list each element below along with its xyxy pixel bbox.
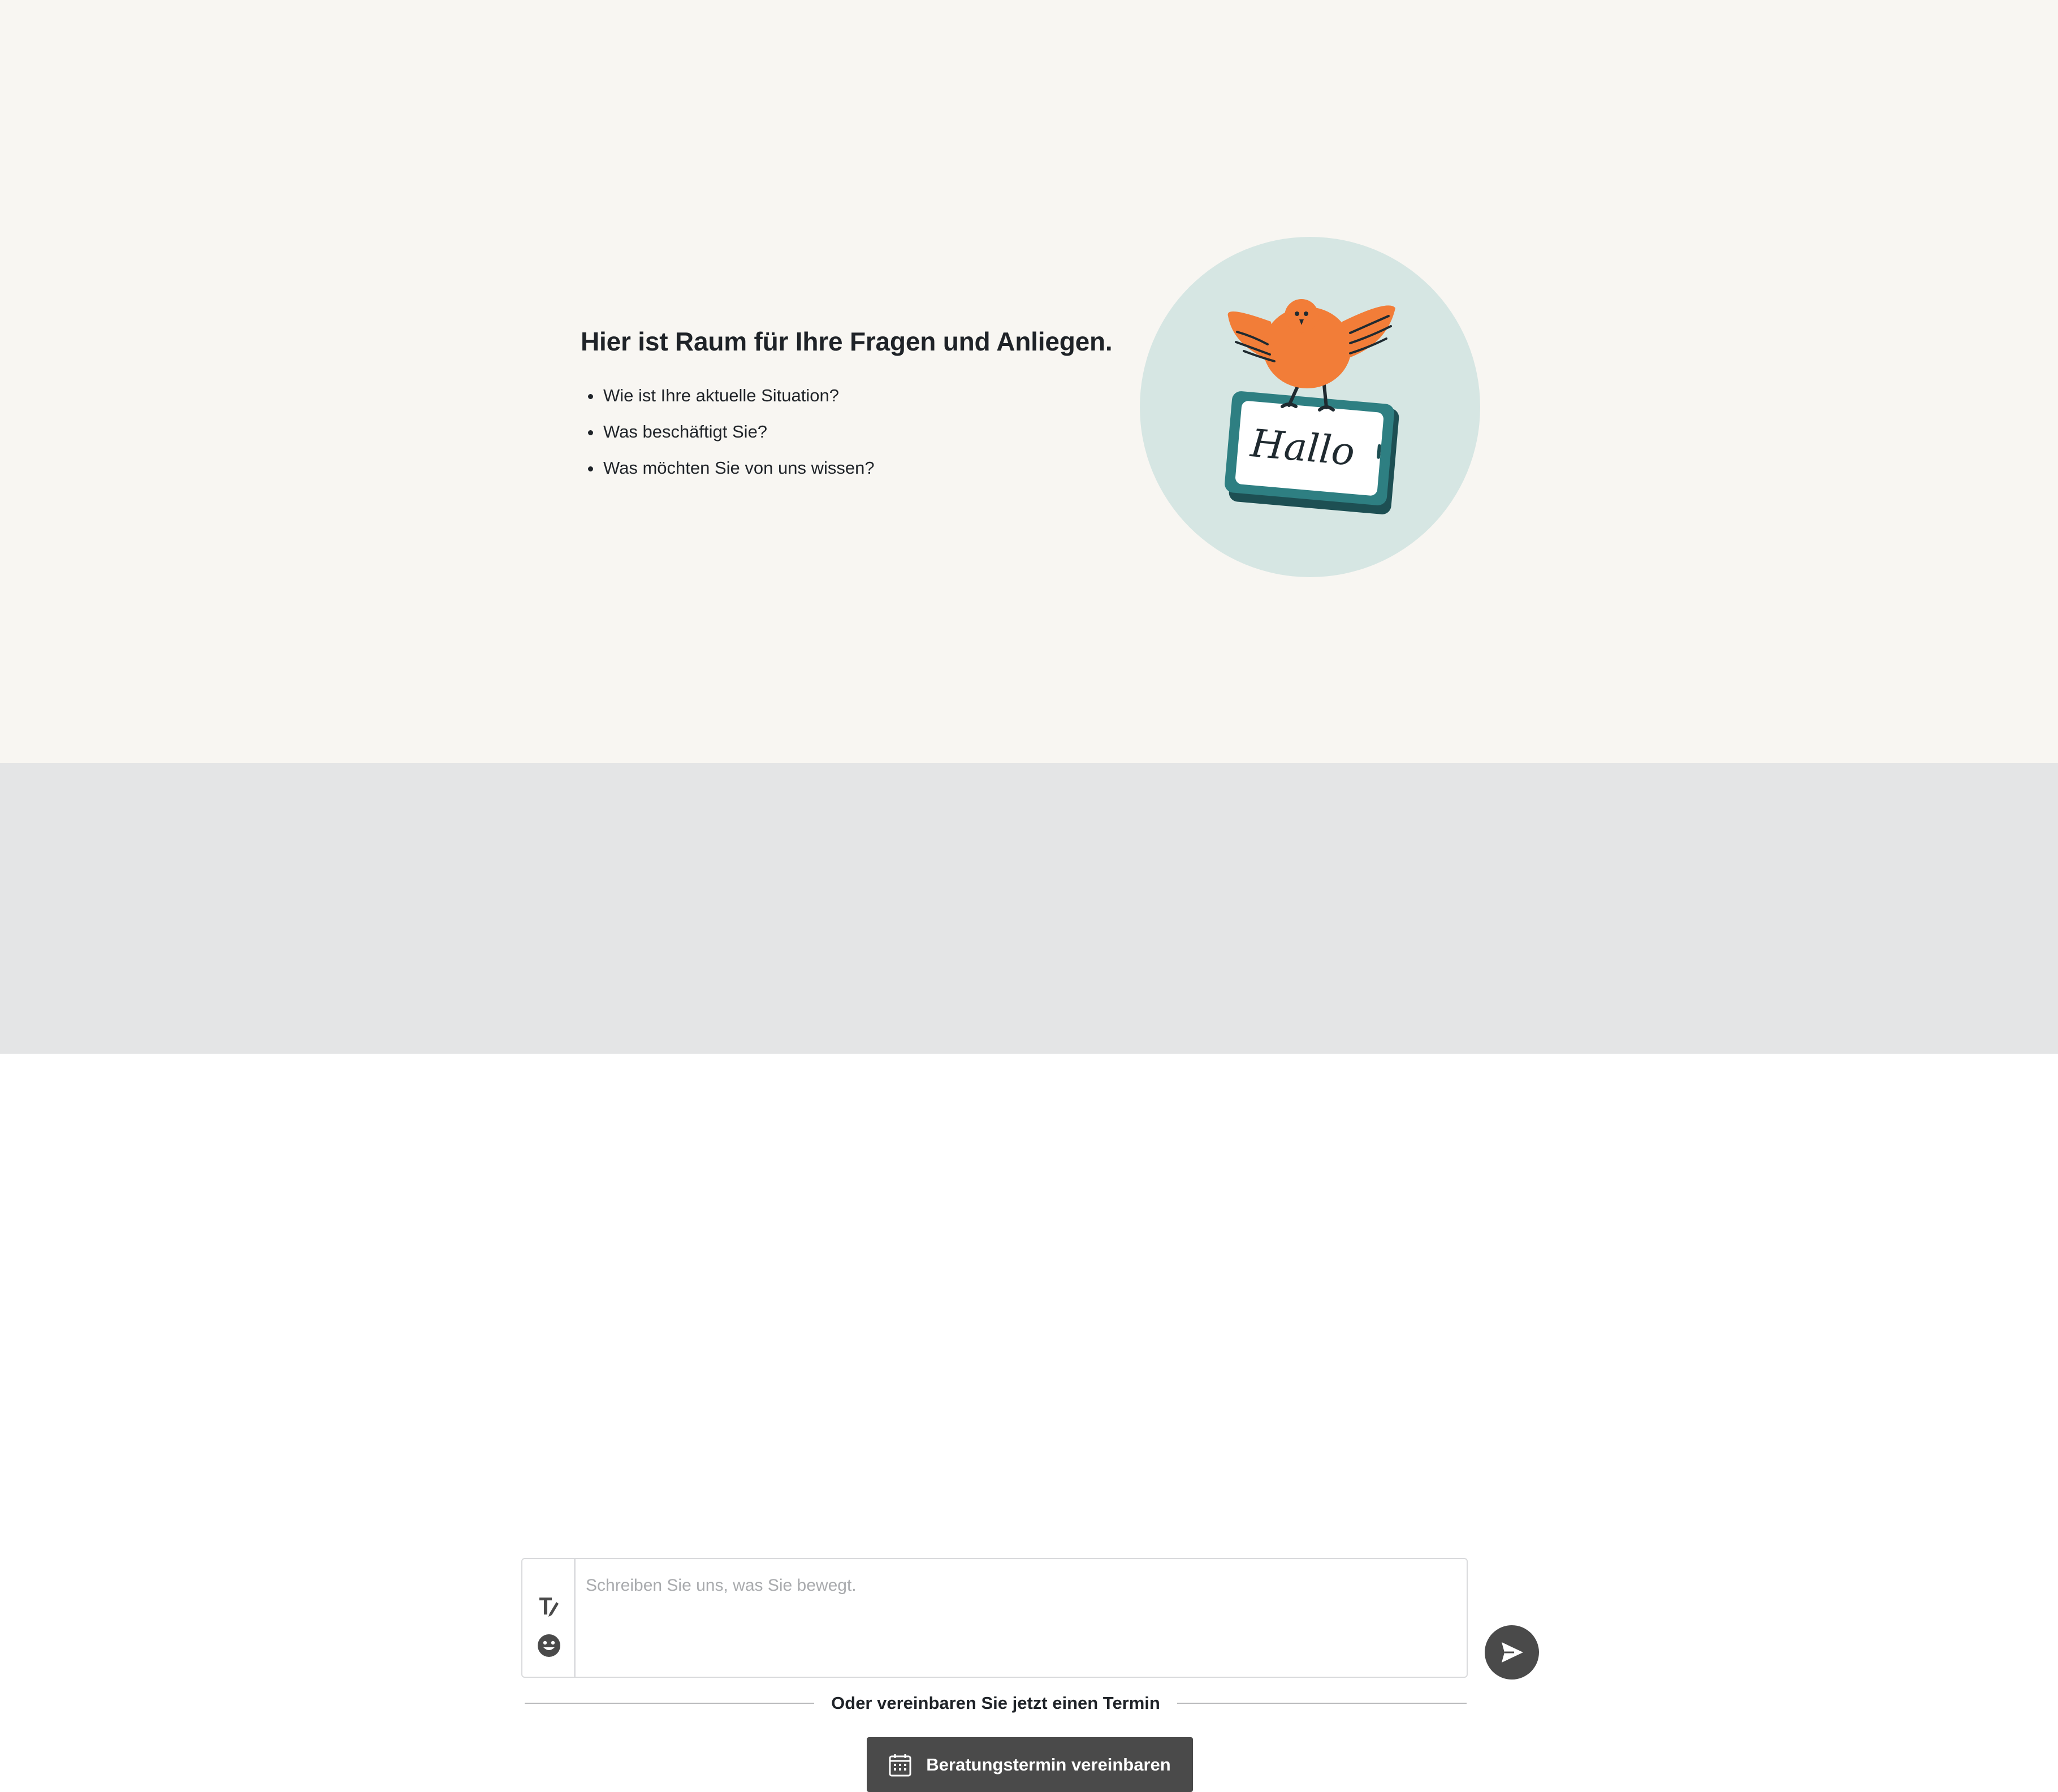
divider-line (525, 1703, 815, 1704)
message-composer (521, 1558, 1468, 1678)
send-button[interactable] (1485, 1625, 1539, 1680)
text-format-icon (539, 1598, 559, 1617)
intro-section: Hier ist Raum für Ihre Fragen und Anlieg… (581, 321, 1135, 486)
content-area: Hier ist Raum für Ihre Fragen und Anlieg… (0, 0, 2058, 763)
message-input[interactable] (576, 1559, 1467, 1677)
emoji-button[interactable] (536, 1633, 562, 1659)
book-appointment-label: Beratungstermin vereinbaren (926, 1754, 1171, 1774)
composer-toolbar (522, 1559, 576, 1677)
hallo-sign: Hallo (1225, 391, 1399, 514)
page-headline: Hier ist Raum für Ihre Fragen und Anlieg… (581, 327, 1113, 356)
book-appointment-button[interactable]: Beratungstermin vereinbaren (867, 1737, 1193, 1792)
calendar-icon (889, 1754, 911, 1776)
question-list: Wie ist Ihre aktuelle Situation? Was bes… (581, 378, 1135, 486)
text-format-button[interactable] (536, 1593, 562, 1619)
question-item: Was beschäftigt Sie? (581, 414, 1135, 450)
sign-text: Hallo (1248, 421, 1356, 475)
divider-line (1177, 1703, 1467, 1704)
bird-hallo-illustration: Hallo (1140, 237, 1480, 577)
message-footer: Oder vereinbaren Sie jetzt einen Termin … (0, 763, 2058, 1792)
question-item: Wie ist Ihre aktuelle Situation? (581, 378, 1135, 414)
emoji-icon (538, 1634, 560, 1657)
divider-label: Oder vereinbaren Sie jetzt einen Termin (831, 1693, 1160, 1713)
send-icon (1502, 1642, 1523, 1663)
question-item: Was möchten Sie von uns wissen? (581, 450, 1135, 486)
appointment-divider: Oder vereinbaren Sie jetzt einen Termin (525, 1690, 1467, 1716)
